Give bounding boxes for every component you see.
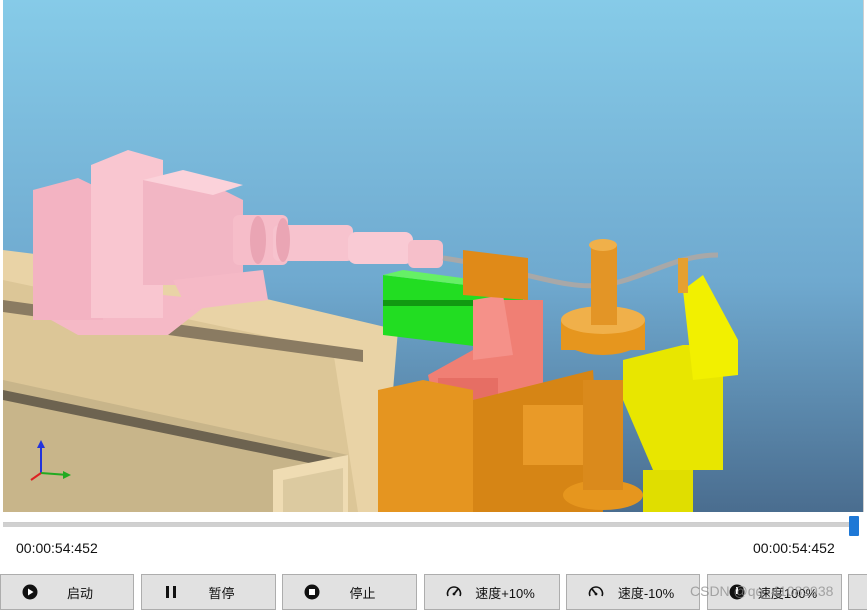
start-button[interactable]: 启动 (0, 574, 134, 610)
pause-button-label: 暂停 (208, 585, 235, 601)
play-icon (21, 583, 39, 601)
playback-progress-handle[interactable] (849, 516, 859, 536)
start-button-label: 启动 (66, 585, 93, 601)
playback-progress-track[interactable] (3, 522, 849, 527)
viewport-scroll-edge (863, 0, 867, 512)
speed-down-button-label: 速度-10% (617, 585, 675, 601)
pause-icon (162, 583, 180, 601)
stop-icon (303, 583, 321, 601)
speedometer-down-icon (587, 583, 605, 601)
tube-bender-3d-scene (3, 150, 738, 512)
current-time-label: 00:00:54:452 (16, 540, 98, 556)
stop-button[interactable]: 停止 (282, 574, 417, 610)
speed-up-button[interactable]: 速度+10% (424, 574, 560, 610)
speed-down-button[interactable]: 速度-10% (566, 574, 700, 610)
speed-up-button-label: 速度+10% (475, 585, 535, 601)
playback-progress-fill (3, 523, 849, 527)
stop-button-label: 停止 (349, 585, 376, 601)
more-controls-button[interactable] (848, 574, 867, 610)
pause-button[interactable]: 暂停 (141, 574, 276, 610)
follower-die (623, 258, 738, 512)
total-time-label: 00:00:54:452 (753, 540, 835, 556)
watermark: CSDN @qq_41082938 (690, 583, 834, 599)
simulation-viewport[interactable] (3, 0, 863, 512)
speedometer-up-icon (445, 583, 463, 601)
